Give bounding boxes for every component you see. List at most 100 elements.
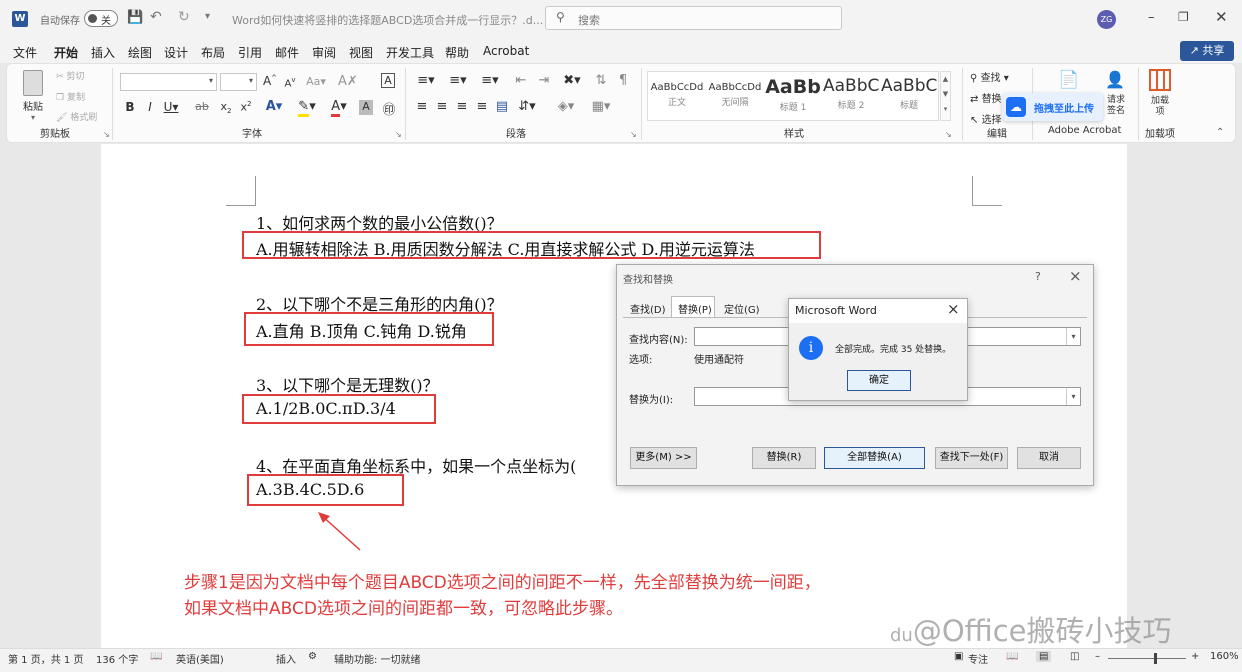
numbering-icon[interactable]: ≡▾ xyxy=(445,73,471,88)
focus-icon[interactable]: ▣ xyxy=(954,651,963,662)
style-normal[interactable]: AaBbCcDd 正文 xyxy=(649,72,705,120)
request-sign-button[interactable]: 👤 请求签名 xyxy=(1100,70,1130,117)
redo-icon[interactable]: ↻ xyxy=(178,9,190,25)
justify-icon[interactable]: ≡ xyxy=(473,99,491,114)
font-size-select[interactable]: ▾ xyxy=(220,73,257,91)
italic-icon[interactable]: I xyxy=(141,100,159,114)
close-icon[interactable]: × xyxy=(1069,267,1082,285)
minimize-icon[interactable]: – xyxy=(1148,10,1155,25)
menu-file[interactable]: 文件 xyxy=(13,44,37,61)
close-window-icon[interactable]: ✕ xyxy=(1215,8,1228,26)
print-layout-icon[interactable]: ▤ xyxy=(1036,651,1052,662)
page-count[interactable]: 第 1 页，共 1 页 xyxy=(8,651,83,666)
font-name-select[interactable]: ▾ xyxy=(120,73,217,91)
shrink-font-icon[interactable]: Av xyxy=(281,76,299,89)
accessibility-icon[interactable]: ⚙ xyxy=(308,651,317,662)
tab-goto[interactable]: 定位(G) xyxy=(724,301,760,316)
zoom-slider[interactable] xyxy=(1108,653,1186,664)
menu-view[interactable]: 视图 xyxy=(349,44,373,61)
replace-button[interactable]: ⇄ 替换 xyxy=(970,90,1002,105)
menu-developer[interactable]: 开发工具 xyxy=(386,44,434,61)
customize-qat-icon[interactable]: ▾ xyxy=(205,11,210,22)
replace-all-button[interactable]: 全部替换(A) xyxy=(824,447,925,469)
word-count[interactable]: 136 个字 xyxy=(96,651,138,666)
proofing-icon[interactable]: 📖 xyxy=(150,651,162,662)
replace-button[interactable]: 替换(R) xyxy=(752,447,816,469)
save-icon[interactable]: 💾 xyxy=(127,10,143,25)
focus-label[interactable]: 专注 xyxy=(968,651,988,666)
menu-references[interactable]: 引用 xyxy=(238,44,262,61)
zoom-in-icon[interactable]: + xyxy=(1191,651,1199,662)
styles-launcher-icon[interactable]: ↘ xyxy=(945,130,952,139)
menu-design[interactable]: 设计 xyxy=(164,44,188,61)
autosave-toggle[interactable]: 关 xyxy=(84,10,118,27)
menu-draw[interactable]: 绘图 xyxy=(128,44,152,61)
ok-button[interactable]: 确定 xyxy=(847,370,911,391)
find-next-button[interactable]: 查找下一处(F) xyxy=(935,447,1008,469)
undo-icon[interactable]: ↶ xyxy=(150,9,162,25)
zoom-out-icon[interactable]: – xyxy=(1095,651,1100,662)
restore-icon[interactable]: ❐ xyxy=(1178,10,1189,24)
cut-button[interactable]: ✂ 剪切 xyxy=(56,69,84,82)
style-title[interactable]: AaBbC 标题 xyxy=(881,72,937,120)
cancel-button[interactable]: 取消 xyxy=(1017,447,1081,469)
menu-mailings[interactable]: 邮件 xyxy=(275,44,299,61)
paste-button[interactable]: 粘贴 ▾ xyxy=(18,68,48,122)
increase-indent-icon[interactable]: ⇥ xyxy=(535,73,553,88)
zoom-slider-thumb[interactable] xyxy=(1154,653,1157,664)
help-icon[interactable]: ? xyxy=(1035,270,1041,283)
grow-font-icon[interactable]: A^ xyxy=(261,74,279,88)
align-right-icon[interactable]: ≡ xyxy=(453,99,471,114)
upload-overlay[interactable]: ☁ 拖拽至此上传 xyxy=(1002,93,1103,121)
text-effects-icon[interactable]: A▾ xyxy=(262,99,286,114)
more-button[interactable]: 更多(M) >> xyxy=(630,447,697,469)
clear-formatting-icon[interactable]: A✗ xyxy=(338,74,358,89)
style-heading-1[interactable]: AaBb 标题 1 xyxy=(765,72,821,120)
superscript-icon[interactable]: x2 xyxy=(237,100,255,114)
clipboard-launcher-icon[interactable]: ↘ xyxy=(103,130,110,139)
user-avatar[interactable]: ZG xyxy=(1097,10,1116,29)
character-shading-icon[interactable]: A xyxy=(359,100,373,115)
web-layout-icon[interactable]: ◫ xyxy=(1070,651,1079,662)
shading-icon[interactable]: ◈▾ xyxy=(553,99,579,114)
share-button[interactable]: ↗ 共享 xyxy=(1180,41,1234,61)
style-no-spacing[interactable]: AaBbCcDd 无间隔 xyxy=(707,72,763,120)
accessibility-status[interactable]: 辅助功能: 一切就绪 xyxy=(334,651,421,666)
find-button[interactable]: ⚲ 查找 ▾ xyxy=(970,69,1009,84)
distributed-icon[interactable]: ▤ xyxy=(493,99,511,114)
menu-layout[interactable]: 布局 xyxy=(201,44,225,61)
decrease-indent-icon[interactable]: ⇤ xyxy=(512,73,530,88)
menu-help[interactable]: 帮助 xyxy=(445,44,469,61)
menu-acrobat[interactable]: Acrobat xyxy=(483,44,529,58)
highlight-icon[interactable]: ✎▾ xyxy=(294,99,320,117)
menu-home[interactable]: 开始 xyxy=(54,44,79,66)
addins-button[interactable]: 加载项 xyxy=(1145,69,1175,118)
search-box[interactable]: ⚲ 搜索 xyxy=(545,6,842,30)
enclose-characters-icon[interactable]: ㊞ xyxy=(380,99,398,118)
borders-icon[interactable]: ▦▾ xyxy=(588,99,614,114)
strikethrough-icon[interactable]: ab xyxy=(193,100,211,113)
subscript-icon[interactable]: x2 xyxy=(217,100,235,115)
insert-mode[interactable]: 插入 xyxy=(276,651,296,666)
create-pdf-icon[interactable]: 📄 xyxy=(1058,70,1079,90)
font-color-icon[interactable]: A▾ xyxy=(326,99,352,117)
bold-icon[interactable]: B xyxy=(121,100,139,114)
zoom-level[interactable]: 160% xyxy=(1210,651,1239,662)
show-marks-icon[interactable]: ¶ xyxy=(614,73,632,88)
font-launcher-icon[interactable]: ↘ xyxy=(395,130,402,139)
read-mode-icon[interactable]: 📖 xyxy=(1006,651,1018,662)
align-center-icon[interactable]: ≡ xyxy=(433,99,451,114)
multilevel-list-icon[interactable]: ≡▾ xyxy=(477,73,503,88)
underline-icon[interactable]: U▾ xyxy=(162,100,180,114)
align-left-icon[interactable]: ≡ xyxy=(413,99,431,114)
sort-icon[interactable]: ⇅ xyxy=(592,73,610,88)
chinese-layout-icon[interactable]: ✖▾ xyxy=(559,73,585,88)
language[interactable]: 英语(美国) xyxy=(176,651,224,666)
line-spacing-icon[interactable]: ⇵▾ xyxy=(514,99,540,114)
change-case-icon[interactable]: Aa▾ xyxy=(304,75,328,88)
style-heading-2[interactable]: AaBbC 标题 2 xyxy=(823,72,879,120)
close-icon[interactable]: × xyxy=(947,300,960,318)
menu-insert[interactable]: 插入 xyxy=(91,44,115,61)
select-button[interactable]: ↖ 选择 xyxy=(970,111,1002,126)
tab-find[interactable]: 查找(D) xyxy=(630,301,666,316)
